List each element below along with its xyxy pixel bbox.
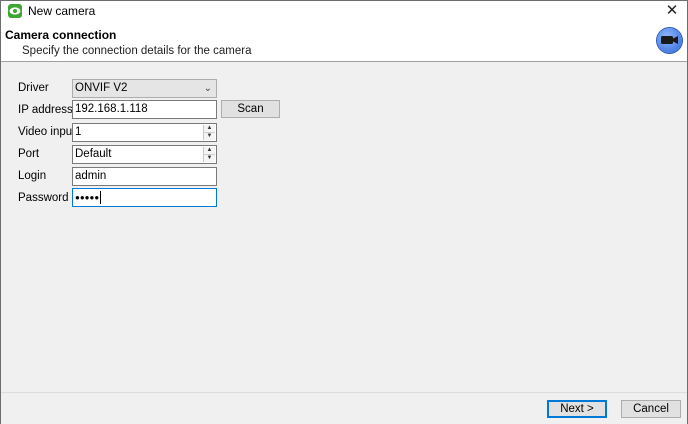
password-label: Password [18,192,69,204]
driver-value: ONVIF V2 [75,82,128,94]
spin-up-icon[interactable]: ▲ [204,147,215,155]
ip-address-field[interactable]: 192.168.1.118 [72,100,217,119]
password-value: ●●●●● [75,193,100,202]
login-label: Login [18,170,47,182]
close-button[interactable]: ✕ [657,1,687,21]
cancel-button[interactable]: Cancel [621,400,681,418]
login-field[interactable]: admin [72,167,217,186]
video-input-spinner[interactable]: ▲ ▼ [203,125,215,140]
close-icon: ✕ [665,2,679,19]
new-camera-dialog: New camera ✕ Camera connection Specify t… [0,0,688,424]
title-bar: New camera ✕ [1,1,687,21]
port-stepper[interactable]: Default ▲ ▼ [72,145,217,164]
video-input-label: Video input [18,126,76,138]
chevron-down-icon: ⌄ [203,83,212,94]
webcam-icon [657,28,682,53]
text-caret [100,191,102,205]
window-title: New camera [28,4,96,18]
login-value: admin [75,170,107,182]
spin-down-icon[interactable]: ▼ [204,133,215,140]
page-title: Camera connection [5,28,117,42]
eye-icon [8,4,22,18]
ip-address-label: IP address [18,104,73,116]
spin-down-icon[interactable]: ▼ [204,155,215,162]
ip-address-value: 192.168.1.118 [75,103,148,115]
port-label: Port [18,148,40,160]
next-button[interactable]: Next > [547,400,607,418]
video-input-stepper[interactable]: 1 ▲ ▼ [72,123,217,142]
video-input-value: 1 [75,126,82,138]
spin-up-icon[interactable]: ▲ [204,125,215,133]
wizard-header: Camera connection Specify the connection… [1,21,687,62]
port-spinner[interactable]: ▲ ▼ [203,147,215,162]
driver-select[interactable]: ONVIF V2 ⌄ [72,79,217,98]
scan-button[interactable]: Scan [221,100,280,118]
password-field[interactable]: ●●●●● [72,188,217,207]
port-value: Default [75,148,112,160]
page-subtitle: Specify the connection details for the c… [22,45,252,57]
driver-label: Driver [18,82,49,94]
button-bar: Next > Cancel [1,392,687,424]
